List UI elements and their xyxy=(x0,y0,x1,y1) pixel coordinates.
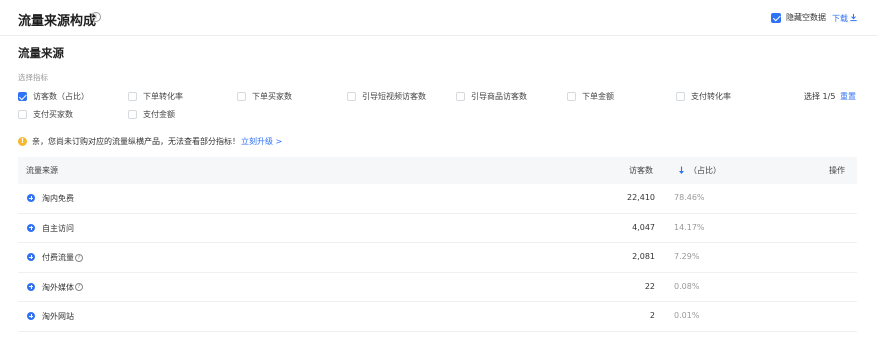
upgrade-notice: ! 亲，您尚未订购对应的流量纵横产品，无法查看部分指标！ 立刻升级 > xyxy=(18,136,282,147)
hide-empty-checkbox[interactable] xyxy=(771,12,781,23)
metric-checkbox[interactable] xyxy=(18,92,27,101)
source-name-text: 淘外媒体 xyxy=(42,282,74,292)
metric-checkbox[interactable] xyxy=(456,92,465,101)
metric-label: 支付转化率 xyxy=(691,92,731,101)
metric-option-visitors[interactable]: 访客数（占比） xyxy=(18,91,89,102)
warning-icon: ! xyxy=(18,137,27,146)
metric-option-pay-conversion[interactable]: 支付转化率 xyxy=(676,91,731,102)
hide-empty-label: 隐藏空数据 xyxy=(786,13,826,22)
expand-plus-icon[interactable] xyxy=(27,282,35,291)
row-share: 78.46% xyxy=(674,193,705,202)
sort-desc-icon[interactable] xyxy=(678,166,685,175)
metric-checkbox[interactable] xyxy=(347,92,356,101)
row-visitors: 4,047 xyxy=(632,222,655,232)
expand-plus-icon[interactable] xyxy=(27,253,35,262)
metric-caption: 选择指标 xyxy=(18,73,48,82)
metric-label: 支付金额 xyxy=(143,110,175,119)
table-row: 付费流量? 2,081 7.29% xyxy=(18,243,857,273)
page-title: 流量来源构成 xyxy=(18,14,97,29)
column-header-source: 流量来源 xyxy=(26,166,58,175)
metric-label: 访客数（占比） xyxy=(33,92,89,101)
metric-label: 引导商品访客数 xyxy=(471,92,527,101)
column-header-share: （占比） xyxy=(689,166,721,175)
metric-checkbox[interactable] xyxy=(128,92,137,101)
table-row: 淘外网站 2 0.01% xyxy=(18,302,857,332)
row-source-name: 淘外媒体? xyxy=(42,282,83,293)
expand-plus-icon[interactable] xyxy=(27,194,35,202)
metric-option-order-amount[interactable]: 下单金额 xyxy=(567,91,614,102)
column-header-actions: 操作 xyxy=(829,166,845,175)
row-source-name: 淘外网站 xyxy=(42,311,74,322)
metric-checkbox[interactable] xyxy=(18,110,27,119)
metric-checkbox[interactable] xyxy=(567,92,576,101)
source-name-text: 自主访问 xyxy=(42,223,74,233)
metric-option-product-visitors[interactable]: 引导商品访客数 xyxy=(456,91,527,102)
metric-checkbox[interactable] xyxy=(676,92,685,101)
metric-checkbox[interactable] xyxy=(128,110,137,119)
download-label: 下载 xyxy=(832,14,848,23)
reset-link[interactable]: 重置 xyxy=(840,91,856,102)
source-name-text: 付费流量 xyxy=(42,253,74,263)
metric-label: 下单买家数 xyxy=(252,92,292,101)
metric-option-pay-buyers[interactable]: 支付买家数 xyxy=(18,109,73,120)
metric-label: 下单转化率 xyxy=(143,92,183,101)
row-visitors: 22,410 xyxy=(627,193,655,202)
table-row: 自主访问 4,047 14.17% xyxy=(18,214,857,244)
metric-option-order-conversion[interactable]: 下单转化率 xyxy=(128,91,183,102)
metric-label: 引导短视频访客数 xyxy=(362,92,426,101)
table-header: 流量来源 访客数 （占比） 操作 xyxy=(18,157,857,184)
metric-label: 支付买家数 xyxy=(33,110,73,119)
row-source-name: 自主访问 xyxy=(42,223,74,234)
hide-empty-toggle[interactable]: 隐藏空数据 xyxy=(771,12,826,23)
traffic-source-table: 流量来源 访客数 （占比） 操作 淘内免费 22,410 78.46% 自主访问… xyxy=(18,157,857,332)
table-row: 淘内免费 22,410 78.46% xyxy=(18,184,857,214)
help-icon[interactable]: ? xyxy=(75,283,83,292)
selection-count: 选择 1/5 xyxy=(804,92,836,101)
metric-option-pay-amount[interactable]: 支付金额 xyxy=(128,109,175,120)
row-visitors: 2 xyxy=(649,311,655,321)
card-header: 流量来源构成 i 隐藏空数据 下载 xyxy=(0,0,878,36)
download-link[interactable]: 下载 xyxy=(832,13,858,24)
row-share: 0.01% xyxy=(674,311,700,321)
column-header-visitors[interactable]: 访客数 xyxy=(629,165,653,176)
row-share: 14.17% xyxy=(674,222,705,232)
row-source-name: 付费流量? xyxy=(42,252,83,263)
metric-option-order-buyers[interactable]: 下单买家数 xyxy=(237,91,292,102)
source-name-text: 淘内免费 xyxy=(42,194,74,203)
traffic-source-card: 流量来源构成 i 隐藏空数据 下载 流量来源 选择指标 访客数（占比） 下单转化… xyxy=(0,0,878,340)
metric-label: 下单金额 xyxy=(582,92,614,101)
row-source-name: 淘内免费 xyxy=(42,193,74,204)
help-icon[interactable]: ? xyxy=(75,253,83,262)
metric-checkbox[interactable] xyxy=(237,92,246,101)
expand-plus-icon[interactable] xyxy=(27,312,35,321)
source-name-text: 淘外网站 xyxy=(42,312,74,322)
section-title: 流量来源 xyxy=(18,46,64,60)
row-visitors: 22 xyxy=(644,281,655,291)
table-row: 淘外媒体? 22 0.08% xyxy=(18,273,857,303)
row-visitors: 2,081 xyxy=(632,252,655,262)
info-icon[interactable]: i xyxy=(91,12,101,22)
row-share: 0.08% xyxy=(674,281,700,291)
notice-text: 亲，您尚未订购对应的流量纵横产品，无法查看部分指标！ xyxy=(32,137,240,146)
upgrade-link[interactable]: 立刻升级 > xyxy=(241,136,282,147)
expand-plus-icon[interactable] xyxy=(27,223,35,232)
download-icon xyxy=(850,13,857,22)
metric-option-short-video-visitors[interactable]: 引导短视频访客数 xyxy=(347,91,426,102)
row-share: 7.29% xyxy=(674,252,700,262)
